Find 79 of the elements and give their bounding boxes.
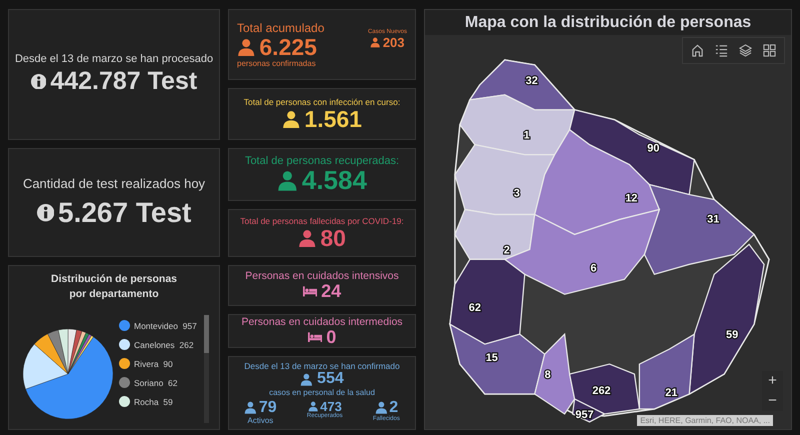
indicator-subtitle: personas confirmadas [237,59,316,68]
bed-icon [302,286,318,297]
department-region[interactable] [459,94,576,156]
department-region[interactable] [534,332,576,415]
test-count: 442.787 Test [50,67,198,96]
indicator-value: 554 [317,371,344,388]
indicator-title: Total de personas recuperadas: [244,154,400,167]
test-count: 5.267 Test [58,197,192,229]
department-region[interactable] [572,398,606,423]
indicator-title: Total acumulado [237,20,324,35]
breakdown-label: Activos [248,416,274,425]
region-value: 1 [524,130,530,142]
chart-title: Distribución de personas por departamento [50,272,178,302]
department-region[interactable] [454,208,536,260]
legend-label: Canelones 262 [134,340,194,350]
department-region[interactable] [454,144,556,216]
test-caption: Desde el 13 de marzo se han procesado [14,53,214,65]
department-region[interactable] [449,258,526,345]
person-icon [237,38,256,56]
region-value: 90 [647,142,660,155]
info-icon [30,74,46,90]
legend-label: Rocha 59 [134,396,173,407]
home-icon[interactable] [691,44,704,57]
bed-icon [308,332,322,342]
person-icon [308,401,318,412]
person-icon [282,110,300,128]
person-icon [298,228,316,248]
grid-icon[interactable] [763,44,776,57]
department-region[interactable] [638,333,695,410]
legend-label: Rivera 90 [134,358,173,369]
legend-label: Soriano 62 [134,378,178,388]
indicator-title: Total de personas con infección en curso: [244,96,400,107]
indicator-title: Desde el 13 de marzo se han confirmado [244,361,400,372]
layers-icon[interactable] [739,44,752,57]
department-region[interactable] [644,184,755,276]
map-attribution: Esri, HERE, Garmin, FAO, NOAA, ... [637,414,773,426]
indicator-value: 0 [326,328,336,346]
region-value: 21 [665,387,678,399]
region-value: 31 [707,213,720,226]
list-icon[interactable] [715,44,728,57]
person-icon [300,373,314,386]
indicator-value: 24 [321,282,342,301]
scrollbar[interactable] [204,314,209,423]
department-region[interactable] [449,323,546,395]
test-caption: Cantidad de test realizados hoy [22,176,206,191]
indicator-value: 4.584 [302,166,367,194]
person-icon [244,401,257,414]
info-icon [36,204,54,222]
region-value: 3 [514,188,520,200]
region-value: 8 [544,369,551,382]
region-value: 12 [625,192,638,205]
region-value: 6 [590,262,597,274]
department-region[interactable] [568,109,695,196]
new-cases-value: 203 [382,34,405,50]
department-region[interactable] [504,208,660,295]
indicator-subtitle: casos en personal de la salud [269,388,375,397]
breakdown-value: 2 [389,400,398,416]
department-region[interactable] [534,128,660,236]
breakdown-value: 79 [258,400,277,416]
region-value: 59 [726,329,738,342]
legend-label: Montevideo 957 [134,320,197,331]
indicator-title: Personas en cuidados intermedios [241,316,403,328]
indicator-title: Total de personas fallecidas por COVID-19: [240,216,404,226]
region-value: 15 [486,352,498,364]
indicator-value: 1.561 [304,106,362,132]
person-icon [374,401,388,414]
region-value: 2 [504,244,510,256]
department-region[interactable] [468,59,576,110]
indicator-title: Personas en cuidados intensivos [245,270,399,282]
indicator-value: 6.225 [259,34,317,60]
region-value: 262 [592,385,611,398]
region-value: 32 [526,74,538,87]
person-icon [277,170,298,191]
person-icon [370,37,381,48]
breakdown-value: 473 [320,400,342,413]
region-value: 957 [575,408,594,421]
department-region[interactable] [688,244,765,396]
indicator-value: 80 [320,226,346,250]
region-value: 62 [468,302,481,314]
